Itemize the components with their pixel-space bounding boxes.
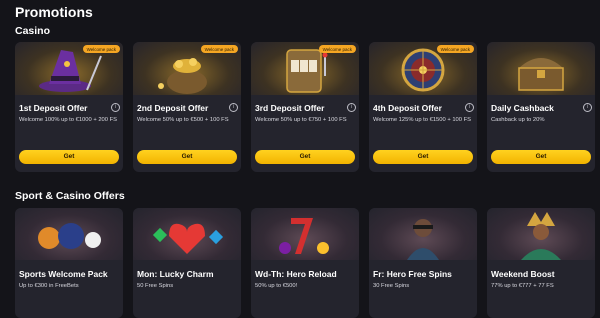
promo-title: Wd-Th: Hero Reload [255, 269, 337, 279]
welcome-pack-badge: Welcome pack [200, 45, 238, 53]
promo-card-3rd-deposit[interactable]: Welcome pack 3rd Deposit Offer i Welcome… [251, 42, 359, 172]
welcome-pack-badge: Welcome pack [436, 45, 474, 53]
promo-card-hero-free-spins[interactable]: Fr: Hero Free Spins 30 Free Spins [369, 208, 477, 318]
promo-art-treasure-chest [487, 42, 595, 95]
sport-section-title: Sport & Casino Offers [15, 190, 125, 202]
sport-casino-offers-row: Sports Welcome Pack Up to €300 in FreeBe… [15, 208, 595, 318]
info-icon[interactable]: i [465, 103, 474, 112]
promo-art-gems [133, 208, 241, 260]
page-title: Promotions [15, 4, 93, 20]
promo-art-tribal-warrior [487, 208, 595, 260]
promo-title: 2nd Deposit Offer [137, 103, 209, 113]
promo-card-1st-deposit[interactable]: Welcome pack 1st Deposit Offer i Welcome… [15, 42, 123, 172]
casino-promotions-row: Welcome pack 1st Deposit Offer i Welcome… [15, 42, 595, 172]
promo-description: Cashback up to 20% [491, 117, 545, 123]
promo-title: Fr: Hero Free Spins [373, 269, 452, 279]
promo-title: Weekend Boost [491, 269, 555, 279]
promo-card-sports-welcome[interactable]: Sports Welcome Pack Up to €300 in FreeBe… [15, 208, 123, 318]
get-button[interactable]: Get [255, 150, 355, 164]
promo-description: Welcome 125% up to €1500 + 100 FS [373, 117, 472, 123]
promo-art-hero-character [369, 208, 477, 260]
promo-title: Mon: Lucky Charm [137, 269, 214, 279]
promo-description: 30 Free Spins [373, 283, 410, 289]
get-button[interactable]: Get [137, 150, 237, 164]
promo-title: 1st Deposit Offer [19, 103, 88, 113]
promo-card-daily-cashback[interactable]: Daily Cashback i Cashback up to 20% Get [487, 42, 595, 172]
info-icon[interactable]: i [583, 103, 592, 112]
promo-card-4th-deposit[interactable]: Welcome pack 4th Deposit Offer i Welcome… [369, 42, 477, 172]
get-button[interactable]: Get [491, 150, 591, 164]
info-icon[interactable]: i [347, 103, 356, 112]
welcome-pack-badge: Welcome pack [318, 45, 356, 53]
promo-card-weekend-boost[interactable]: Weekend Boost 77% up to €777 + 77 FS [487, 208, 595, 318]
promo-card-hero-reload[interactable]: Wd-Th: Hero Reload 50% up to €500! [251, 208, 359, 318]
get-button[interactable]: Get [373, 150, 473, 164]
promo-title: Daily Cashback [491, 103, 554, 113]
promo-description: Welcome 100% up to €1000 + 200 FS [19, 117, 118, 123]
info-icon[interactable]: i [229, 103, 238, 112]
get-button[interactable]: Get [19, 150, 119, 164]
promo-description: 50 Free Spins [137, 283, 174, 289]
info-icon[interactable]: i [111, 103, 120, 112]
promo-description: 50% up to €500! [255, 283, 298, 289]
welcome-pack-badge: Welcome pack [82, 45, 120, 53]
promo-description: Up to €300 in FreeBets [19, 283, 79, 289]
promo-description: Welcome 50% up to €500 + 100 FS [137, 117, 229, 123]
promo-title: 3rd Deposit Offer [255, 103, 325, 113]
promo-title: Sports Welcome Pack [19, 269, 108, 279]
promo-card-lucky-charm[interactable]: Mon: Lucky Charm 50 Free Spins [133, 208, 241, 318]
promo-art-sevens-fruits [251, 208, 359, 260]
casino-section-title: Casino [15, 25, 51, 37]
promo-description: 77% up to €777 + 77 FS [491, 283, 554, 289]
promo-description: Welcome 50% up to €750 + 100 FS [255, 117, 347, 123]
promo-card-2nd-deposit[interactable]: Welcome pack 2nd Deposit Offer i Welcome… [133, 42, 241, 172]
promo-art-sports-balls [15, 208, 123, 260]
promo-title: 4th Deposit Offer [373, 103, 442, 113]
